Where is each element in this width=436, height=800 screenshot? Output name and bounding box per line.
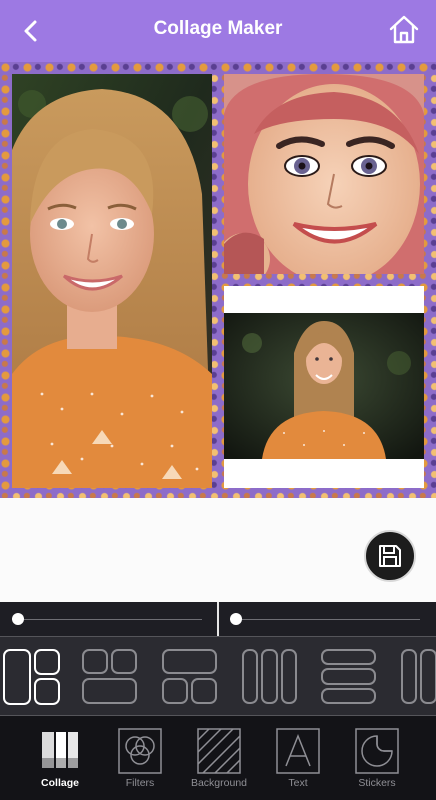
tab-stickers-label: Stickers xyxy=(358,777,396,789)
layout-3-columns[interactable] xyxy=(242,649,300,705)
layout-1-big-2-small[interactable] xyxy=(3,649,61,705)
collage-photo-cartoon[interactable] xyxy=(224,74,424,274)
collage-photo-small-image xyxy=(224,313,424,459)
slider-knob-right[interactable] xyxy=(230,613,242,625)
layout-picker xyxy=(0,636,436,716)
tab-filters[interactable]: Filters xyxy=(98,716,178,800)
background-icon xyxy=(197,728,241,774)
tab-filters-label: Filters xyxy=(125,777,155,789)
tab-stickers[interactable]: Stickers xyxy=(335,716,415,800)
tab-background-label: Background xyxy=(190,777,248,789)
slider-knob-left[interactable] xyxy=(12,613,24,625)
tab-collage-label: Collage xyxy=(41,777,79,789)
page-title: Collage Maker xyxy=(153,18,283,39)
filters-icon xyxy=(118,728,162,774)
slider-track-left[interactable] xyxy=(12,619,202,620)
slider-track-right[interactable] xyxy=(230,619,420,620)
stickers-icon xyxy=(355,728,399,774)
app-header: Collage Maker xyxy=(0,0,436,62)
adjustment-sliders xyxy=(0,602,436,636)
collage-photo-small[interactable] xyxy=(224,286,424,488)
text-icon xyxy=(276,728,320,774)
layout-partial[interactable] xyxy=(401,649,436,705)
tab-background[interactable]: Background xyxy=(177,716,257,800)
layout-2-top-1-bottom[interactable] xyxy=(82,649,140,705)
floppy-disk-icon xyxy=(379,545,401,567)
tab-text-label: Text xyxy=(288,777,308,789)
collage-icon xyxy=(42,732,78,772)
collage-canvas[interactable] xyxy=(0,62,436,498)
collage-photo-large[interactable] xyxy=(12,74,212,488)
slider-divider xyxy=(217,602,219,636)
layout-1-top-2-bottom[interactable] xyxy=(162,649,220,705)
bottom-toolbar: Collage Filters Background Text Stickers xyxy=(0,716,436,800)
tab-collage[interactable]: Collage xyxy=(18,716,98,800)
home-icon[interactable] xyxy=(388,14,420,46)
save-button[interactable] xyxy=(364,530,416,582)
tab-text[interactable]: Text xyxy=(256,716,336,800)
layout-3-rows[interactable] xyxy=(321,649,379,705)
